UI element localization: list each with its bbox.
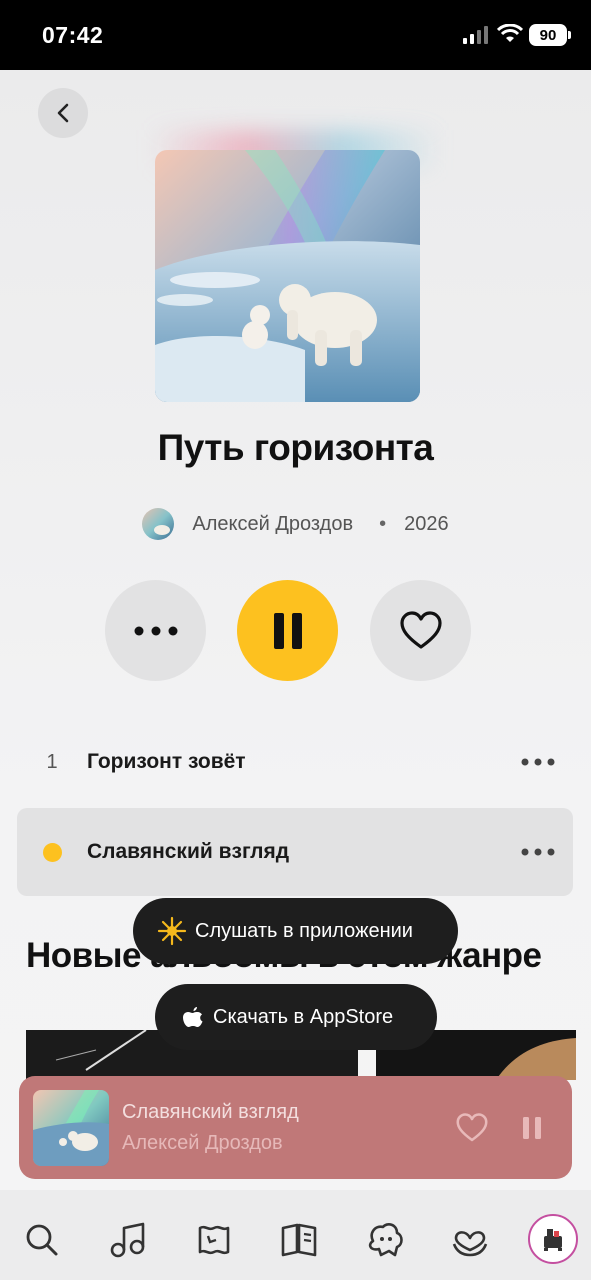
battery-indicator: 90 <box>529 24 567 46</box>
more-dots-icon <box>521 758 555 766</box>
album-year: 2026 <box>404 512 449 535</box>
open-in-app-button[interactable]: Слушать в приложении <box>133 898 458 964</box>
music-note-icon[interactable] <box>108 1220 148 1260</box>
track-row[interactable]: 1 Горизонт зовёт <box>17 718 573 806</box>
bottom-nav <box>0 1190 591 1280</box>
more-options-button[interactable] <box>105 580 206 681</box>
apple-icon <box>181 1004 205 1030</box>
mini-player-title: Славянский взгляд <box>122 1100 299 1123</box>
pause-icon <box>273 612 302 649</box>
track-more-button[interactable] <box>503 848 573 856</box>
track-row-active[interactable]: Славянский взгляд <box>17 808 573 896</box>
heart-hands-icon[interactable] <box>450 1220 490 1260</box>
album-page: Путь горизонта Алексей Дроздов • 2026 1 … <box>0 70 591 1280</box>
mini-player-cover <box>33 1089 109 1166</box>
map-icon[interactable] <box>194 1220 234 1260</box>
track-title: Славянский взгляд <box>87 840 290 863</box>
download-appstore-label: Скачать в AppStore <box>213 1005 394 1028</box>
profile-avatar[interactable] <box>528 1214 578 1264</box>
mini-player-like-button[interactable] <box>442 1112 502 1143</box>
kids-icon[interactable] <box>365 1220 405 1260</box>
pause-button[interactable] <box>237 580 338 681</box>
like-button[interactable] <box>370 580 471 681</box>
battery-tip <box>568 31 571 39</box>
album-title: Путь горизонта <box>157 427 434 468</box>
meta-separator: • <box>379 512 387 535</box>
album-controls <box>0 580 591 682</box>
more-dots-icon <box>521 848 555 856</box>
artist-avatar[interactable] <box>142 508 175 540</box>
download-appstore-button[interactable]: Скачать в AppStore <box>155 984 437 1050</box>
profile-avatar-icon <box>544 1229 562 1251</box>
mini-player-artist: Алексей Дроздов <box>122 1131 283 1154</box>
book-icon[interactable] <box>279 1220 319 1260</box>
album-meta: Алексей Дроздов • 2026 <box>0 508 591 540</box>
more-dots-icon <box>134 626 177 635</box>
mini-player[interactable]: Славянский взгляд Алексей Дроздов <box>19 1076 572 1179</box>
sparkle-icon <box>157 916 187 946</box>
track-number: 1 <box>46 750 58 773</box>
search-icon[interactable] <box>22 1220 62 1260</box>
heart-icon <box>456 1112 488 1141</box>
heart-icon <box>399 610 442 649</box>
status-bar: 07:42 90 <box>0 0 591 70</box>
mini-player-pause-button[interactable] <box>502 1116 562 1139</box>
chevron-left-icon <box>57 103 69 123</box>
status-time: 07:42 <box>42 22 104 48</box>
cellular-signal-icon <box>463 26 489 49</box>
now-playing-indicator <box>17 842 87 862</box>
track-more-button[interactable] <box>503 758 573 766</box>
album-cover <box>155 150 420 402</box>
mini-player-info: Славянский взгляд Алексей Дроздов <box>122 1101 442 1155</box>
track-title: Горизонт зовёт <box>87 750 246 773</box>
open-in-app-label: Слушать в приложении <box>195 919 413 942</box>
back-button[interactable] <box>38 88 88 138</box>
artist-name[interactable]: Алексей Дроздов <box>192 513 353 536</box>
wifi-icon <box>496 23 524 49</box>
pause-icon <box>523 1116 541 1139</box>
